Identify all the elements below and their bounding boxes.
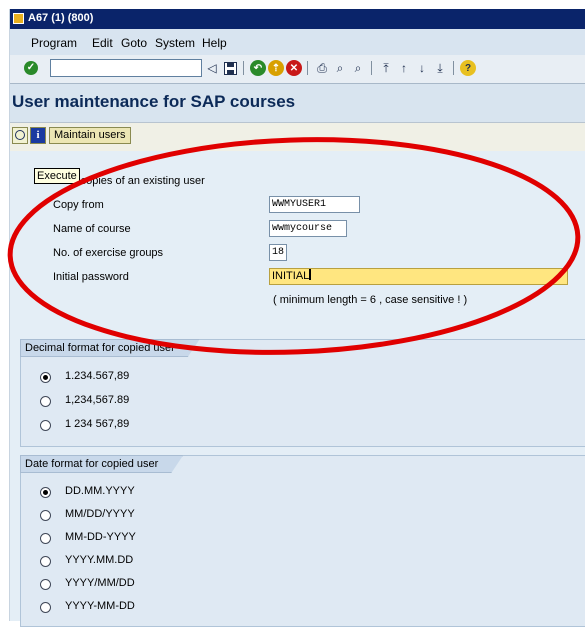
initial-password-value: INITIAL: [272, 270, 310, 282]
decimal-radio-3[interactable]: [40, 420, 51, 431]
exit-icon[interactable]: ⇡: [268, 60, 284, 76]
date-option-label: MM/DD/YYYY: [65, 508, 135, 520]
menu-help[interactable]: Help: [202, 36, 227, 50]
toolbar-separator: [307, 61, 308, 75]
exercise-groups-label: No. of exercise groups: [53, 247, 164, 259]
decimal-radio-1[interactable]: [40, 372, 51, 383]
toolbar-separator: [243, 61, 244, 75]
decimal-format-title: Decimal format for copied user: [20, 339, 200, 357]
first-page-icon[interactable]: ⤒: [378, 60, 394, 76]
course-name-label: Name of course: [53, 223, 131, 235]
date-radio-1[interactable]: [40, 487, 51, 498]
application-toolbar: i Maintain users: [10, 122, 585, 152]
last-page-icon[interactable]: ⤓: [432, 60, 448, 76]
menu-system[interactable]: System: [155, 36, 195, 50]
previous-page-icon[interactable]: ↑: [396, 60, 412, 76]
sap-window: A67 (1) (800) Program Edit Goto System H…: [9, 9, 585, 627]
execute-button[interactable]: [12, 127, 28, 144]
menu-goto[interactable]: Goto: [121, 36, 147, 50]
copy-from-field[interactable]: WWMYUSER1: [269, 196, 360, 213]
maintain-users-button[interactable]: Maintain users: [49, 127, 131, 144]
cancel-icon[interactable]: ✕: [286, 60, 302, 76]
date-format-group: Date format for copied user DD.MM.YYYY M…: [20, 455, 585, 627]
find-icon[interactable]: ⌕: [332, 60, 348, 76]
date-radio-4[interactable]: [40, 556, 51, 567]
initial-password-label: Initial password: [53, 271, 129, 283]
date-option-label: YYYY-MM-DD: [65, 600, 135, 612]
help-icon[interactable]: ?: [460, 60, 476, 76]
clock-icon: [15, 130, 25, 140]
date-radio-2[interactable]: [40, 510, 51, 521]
initial-password-field[interactable]: INITIAL: [269, 268, 568, 285]
date-format-title: Date format for copied user: [20, 455, 183, 473]
sap-window-icon: [13, 13, 24, 24]
find-next-icon[interactable]: ⌕: [350, 60, 366, 76]
date-option-label: YYYY.MM.DD: [65, 554, 134, 566]
decimal-option-label: 1.234.567,89: [65, 370, 130, 382]
decimal-option-label: 1 234 567,89: [65, 418, 130, 430]
date-radio-3[interactable]: [40, 533, 51, 544]
decimal-option-label: 1,234,567.89: [65, 394, 130, 406]
date-option-label: YYYY/MM/DD: [65, 577, 135, 589]
toolbar-separator: [371, 61, 372, 75]
screen-area: users as copies of an existing user Exec…: [10, 151, 585, 627]
info-button[interactable]: i: [30, 127, 46, 144]
save-icon[interactable]: [222, 60, 238, 76]
page-title: User maintenance for SAP courses: [12, 92, 296, 111]
print-icon[interactable]: ⎙: [314, 60, 330, 76]
next-page-icon[interactable]: ↓: [414, 60, 430, 76]
standard-toolbar: ✓ ◁ ↶ ⇡ ✕ ⎙ ⌕ ⌕ ⤒ ↑ ↓ ⤓ ?: [10, 55, 585, 84]
menu-edit[interactable]: Edit: [92, 36, 113, 50]
green-back-icon[interactable]: ↶: [250, 60, 266, 76]
password-hint: ( minimum length = 6 , case sensitive ! …: [273, 294, 468, 306]
decimal-format-group: Decimal format for copied user 1.234.567…: [20, 339, 585, 447]
title-bar: A67 (1) (800): [10, 9, 585, 29]
decimal-radio-2[interactable]: [40, 396, 51, 407]
menu-bar: Program Edit Goto System Help: [10, 29, 585, 55]
back-icon[interactable]: ◁: [204, 60, 220, 76]
date-radio-5[interactable]: [40, 579, 51, 590]
enter-icon[interactable]: ✓: [24, 61, 38, 75]
date-option-label: MM-DD-YYYY: [65, 531, 136, 543]
date-option-label: DD.MM.YYYY: [65, 485, 135, 497]
execute-tooltip: Execute: [34, 168, 80, 184]
course-name-field[interactable]: wwmycourse: [269, 220, 347, 237]
app-title-bar: User maintenance for SAP courses: [10, 84, 585, 122]
copy-from-label: Copy from: [53, 199, 104, 211]
window-title: A67 (1) (800): [28, 12, 94, 24]
toolbar-separator: [453, 61, 454, 75]
text-cursor: [309, 269, 312, 280]
menu-program[interactable]: Program: [31, 36, 77, 50]
command-field[interactable]: [50, 59, 202, 77]
date-radio-6[interactable]: [40, 602, 51, 613]
exercise-groups-field[interactable]: 18: [269, 244, 287, 261]
